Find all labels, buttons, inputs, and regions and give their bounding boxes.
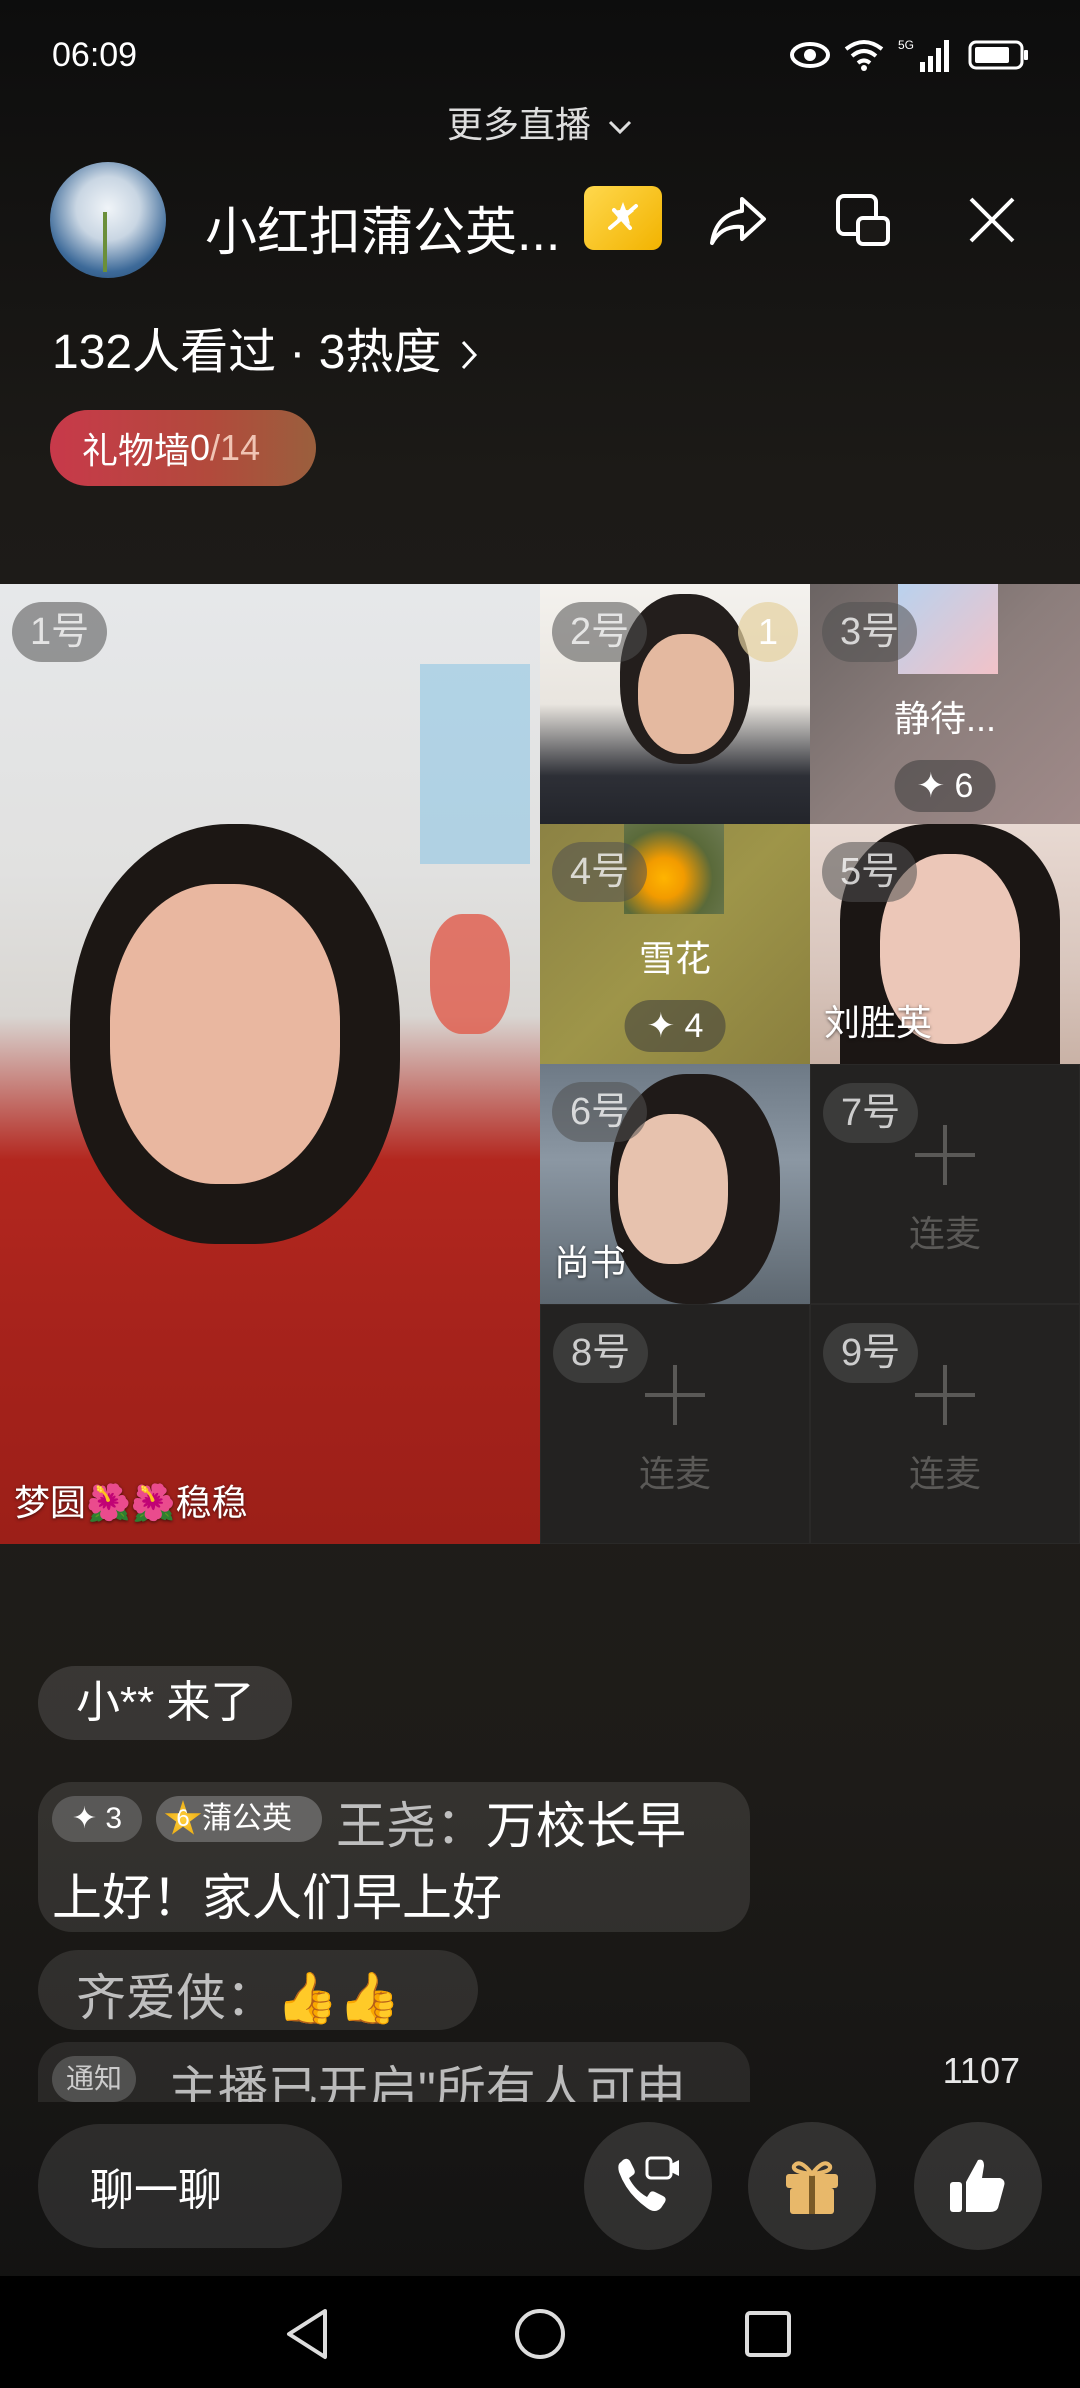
close-button[interactable] (952, 180, 1032, 260)
chat-input-button[interactable]: 聊一聊 (38, 2124, 342, 2248)
wifi-icon (844, 40, 884, 71)
chevron-down-icon (608, 121, 632, 135)
chat-message[interactable]: 齐爱侠：👍👍 (38, 1950, 478, 2030)
fan-badge-name: 蒲公英 (202, 1802, 292, 1835)
seat-5[interactable]: 5号 刘胜英 (810, 824, 1080, 1064)
gift-wall-total: /14 (210, 427, 261, 468)
connect-mic-label: 连麦 (638, 1453, 711, 1494)
viewer-stats[interactable]: 132人看过 · 3热度 (52, 312, 479, 382)
home-button[interactable] (510, 2304, 570, 2364)
seat-9[interactable]: 9号 连麦 (810, 1304, 1080, 1544)
seat-score: ✦ 6 (894, 760, 996, 812)
notice-tag: 通知 (52, 2056, 137, 2102)
plus-icon (915, 1125, 975, 1185)
signal-icon: 5G (898, 38, 949, 72)
notice-text: 主播已开启"所有人可申 (168, 2062, 686, 2102)
seat-user-name: 静待... (893, 698, 996, 739)
join-notice: 小** 来了 (38, 1666, 293, 1740)
connect-mic-label: 连麦 (908, 1213, 981, 1254)
more-live-label: 更多直播 (446, 104, 591, 145)
chat-text: 万校长早 (486, 1798, 686, 1854)
user-level-badge: ✦ 3 (52, 1796, 142, 1842)
chat-nickname[interactable]: 齐爱侠： (76, 1970, 276, 2026)
home-circle-icon (515, 2309, 565, 2359)
fan-club-badge: 6 蒲公英 (156, 1796, 322, 1842)
seat-4[interactable]: 4号 雪花 ✦ 4 (540, 824, 810, 1064)
seat-number: 7号 (823, 1083, 919, 1143)
back-triangle-icon (287, 2309, 327, 2359)
seat-user-name: 刘胜英 (824, 1002, 933, 1043)
system-nav-bar (0, 2276, 1080, 2388)
gift-wall-button[interactable]: 礼物墙 0 /14 (50, 410, 316, 486)
gift-button[interactable] (748, 2122, 876, 2250)
share-icon (710, 197, 766, 245)
seat-3[interactable]: 3号 静待... ✦ 6 (810, 584, 1080, 824)
battery-icon (968, 40, 1028, 70)
chat-nickname[interactable]: 王尧： (336, 1798, 486, 1854)
connect-mic-label: 连麦 (908, 1453, 981, 1494)
room-title[interactable]: 小红扣蒲公英... (205, 190, 560, 265)
seat-7[interactable]: 7号 连麦 (810, 1064, 1080, 1304)
chevron-right-icon (461, 341, 477, 370)
seat-number: 3号 (822, 602, 918, 662)
seat-number: 6号 (552, 1082, 648, 1142)
chat-text-continued: 上好！家人们早上好 (52, 1870, 502, 1926)
status-time: 06:09 (52, 36, 138, 74)
status-icons: 5G (790, 38, 1030, 72)
thumbs-up-icon (950, 2159, 1005, 2212)
eye-icon (790, 42, 830, 68)
seat-number: 4号 (552, 842, 648, 902)
viewer-stats-text: 132人看过 · 3热度 (52, 326, 442, 379)
plus-icon (645, 1365, 705, 1425)
like-button[interactable] (914, 2122, 1042, 2250)
seat-user-name: 梦圆🌺🌺稳稳 (14, 1482, 248, 1523)
back-button[interactable] (278, 2304, 338, 2364)
seat-number: 8号 (553, 1323, 649, 1383)
gift-wall-count: 0 (190, 427, 211, 468)
close-icon (969, 197, 1015, 243)
seat-2[interactable]: 2号 1 (540, 584, 810, 824)
chat-message[interactable]: ✦ 3 6 蒲公英 王尧：万校长早 上好！家人们早上好 (38, 1782, 750, 1932)
star-badge-icon[interactable] (584, 186, 662, 250)
fan-level: 6 (164, 1800, 202, 1835)
seat-user-name: 尚书 (554, 1242, 627, 1283)
chat-text: 👍👍 (276, 1970, 401, 2026)
system-notice: 通知 主播已开启"所有人可申 (38, 2042, 750, 2102)
chat-input-label: 聊一聊 (90, 2166, 222, 2215)
seat-8[interactable]: 8号 连麦 (540, 1304, 810, 1544)
svg-text:5G: 5G (898, 38, 914, 52)
video-call-button[interactable] (584, 2122, 712, 2250)
seat-score: ✦ 4 (624, 1000, 726, 1052)
seat-number: 5号 (822, 842, 918, 902)
mic-seat-grid: 1号 梦圆🌺🌺稳稳 2号 1 3号 静待... ✦ 6 4号 雪花 ✦ 4 5号… (0, 584, 1080, 1544)
gift-icon (786, 2161, 838, 2214)
floating-window-button[interactable] (824, 180, 904, 260)
video-call-icon (618, 2156, 679, 2211)
seat-rank-badge: 1 (738, 602, 798, 662)
gift-wall-label: 礼物墙 (82, 430, 191, 471)
seat-number: 9号 (823, 1323, 919, 1383)
seat-1[interactable]: 1号 梦圆🌺🌺稳稳 (0, 584, 540, 1544)
share-button[interactable] (698, 180, 778, 260)
recents-button[interactable] (738, 2304, 798, 2364)
host-avatar[interactable] (50, 162, 166, 278)
pip-icon (836, 194, 890, 246)
seat-6[interactable]: 6号 尚书 (540, 1064, 810, 1304)
recents-square-icon (745, 2311, 791, 2357)
seat-user-name: 雪花 (638, 938, 711, 979)
like-count: 1107 (942, 2050, 1020, 2091)
seat-number: 2号 (552, 602, 648, 662)
plus-icon (915, 1365, 975, 1425)
more-live-dropdown[interactable]: 更多直播 (0, 96, 1080, 148)
seat-number: 1号 (12, 602, 108, 662)
